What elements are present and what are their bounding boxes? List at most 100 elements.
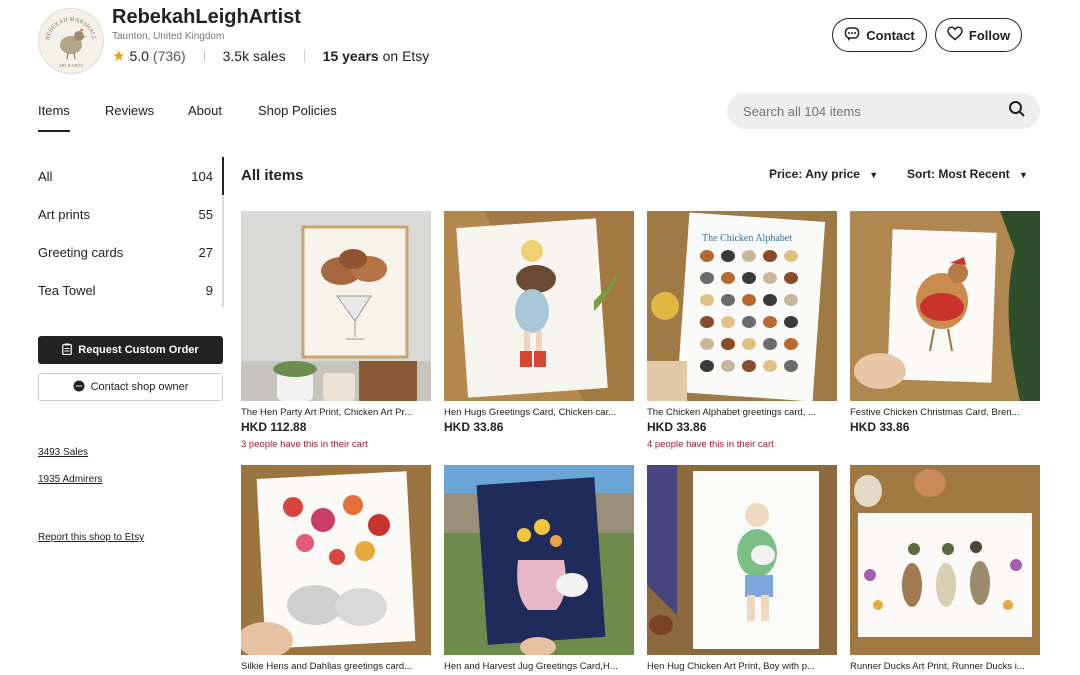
chicken-illustration xyxy=(763,294,777,306)
listing-title[interactable]: Hen and Harvest Jug Greetings Card,H... xyxy=(444,661,634,672)
sidebar-item-all[interactable]: All 104 xyxy=(38,169,213,184)
search-icon[interactable] xyxy=(1008,100,1026,123)
follow-button[interactable]: Follow xyxy=(935,18,1022,52)
admirers-link[interactable]: 1935 Admirers xyxy=(38,474,102,485)
chicken-illustration xyxy=(784,338,798,350)
listing-title[interactable]: Hen Hugs Greetings Card, Chicken car... xyxy=(444,407,634,418)
listing-card[interactable]: The Hen Party Art Print, Chicken Art Pr.… xyxy=(241,211,431,450)
listing-image[interactable] xyxy=(241,465,431,655)
divider xyxy=(203,50,205,62)
chicken-illustration xyxy=(700,294,714,306)
sales-link[interactable]: 3493 Sales xyxy=(38,447,88,458)
chicken-illustration xyxy=(700,272,714,284)
sort-label: Sort: Most Recent xyxy=(907,167,1010,181)
report-shop-link[interactable]: Report this shop to Etsy xyxy=(38,532,144,543)
active-tab-indicator xyxy=(38,130,70,132)
listing-price: HKD 112.88 xyxy=(241,420,307,434)
card-heading: The Chicken Alphabet xyxy=(702,233,792,244)
contact-button[interactable]: Contact xyxy=(832,18,927,52)
chicken-illustration xyxy=(763,360,777,372)
chicken-illustration xyxy=(784,360,798,372)
listing-title[interactable]: Runner Ducks Art Print, Runner Ducks i..… xyxy=(850,661,1040,672)
chicken-illustration xyxy=(742,316,756,328)
chicken-illustration xyxy=(721,250,735,262)
contact-shop-owner-button[interactable]: Contact shop owner xyxy=(38,373,223,401)
sort-dropdown[interactable]: Sort: Most Recent ▼ xyxy=(907,167,1028,181)
request-custom-order-button[interactable]: Request Custom Order xyxy=(38,336,223,364)
chicken-illustration xyxy=(784,250,798,262)
listing-title[interactable]: Festive Chicken Christmas Card, Bren... xyxy=(850,407,1040,418)
listing-title[interactable]: The Chicken Alphabet greetings card, ... xyxy=(647,407,837,418)
tab-reviews[interactable]: Reviews xyxy=(105,103,154,118)
listing-card[interactable]: Hen Hugs Greetings Card, Chicken car... … xyxy=(444,211,634,439)
chicken-illustration xyxy=(700,338,714,350)
chicken-illustration xyxy=(784,272,798,284)
sales-count: 3.5k xyxy=(222,48,250,64)
years-suffix: on Etsy xyxy=(382,48,430,64)
category-label: Tea Towel xyxy=(38,283,96,298)
shop-logo: REBEKAH MARSHALL ART & GIFTS xyxy=(38,8,104,74)
search-box[interactable] xyxy=(727,93,1040,129)
tab-about[interactable]: About xyxy=(188,103,222,118)
search-input[interactable] xyxy=(741,102,1008,120)
chicken-illustration xyxy=(721,272,735,284)
rating-value: 5.0 xyxy=(129,48,149,64)
contact-label: Contact xyxy=(866,27,915,43)
cart-notice: 4 people have this in their cart xyxy=(647,439,774,450)
listing-card[interactable]: Hen Hug Chicken Art Print, Boy with p... xyxy=(647,465,837,672)
chicken-illustration xyxy=(721,360,735,372)
sales-word: sales xyxy=(252,48,286,64)
listing-card[interactable]: Hen and Harvest Jug Greetings Card,H... xyxy=(444,465,634,672)
shop-name[interactable]: RebekahLeighArtist xyxy=(112,6,301,29)
chicken-illustration xyxy=(721,294,735,306)
listing-card[interactable]: Festive Chicken Christmas Card, Bren... … xyxy=(850,211,1040,439)
listing-price: HKD 33.86 xyxy=(444,420,504,434)
cart-notice: 3 people have this in their cart xyxy=(241,439,368,450)
chicken-illustration xyxy=(700,360,714,372)
chicken-illustration xyxy=(763,272,777,284)
chicken-illustration xyxy=(784,294,798,306)
listing-card[interactable]: The Chicken Alphabet The Chicken Alphabe… xyxy=(647,211,837,450)
tab-shop-policies[interactable]: Shop Policies xyxy=(258,103,337,118)
chicken-illustration xyxy=(784,316,798,328)
years-value: 15 years xyxy=(322,48,379,64)
category-label: Greeting cards xyxy=(38,245,124,260)
listing-card[interactable]: Silkie Hens and Dahlias greetings card..… xyxy=(241,465,431,672)
chicken-illustration xyxy=(742,272,756,284)
category-count: 9 xyxy=(205,283,213,298)
listing-title[interactable]: The Hen Party Art Print, Chicken Art Pr.… xyxy=(241,407,431,418)
listing-title[interactable]: Silkie Hens and Dahlias greetings card..… xyxy=(241,661,431,672)
listing-price: HKD 33.86 xyxy=(647,420,707,434)
request-label: Request Custom Order xyxy=(78,344,199,356)
star-icon: ★ xyxy=(112,48,126,65)
listing-price: HKD 33.86 xyxy=(850,420,910,434)
listing-image[interactable] xyxy=(850,465,1040,655)
listing-image[interactable] xyxy=(647,465,837,655)
chicken-illustration xyxy=(742,294,756,306)
chicken-illustration xyxy=(742,250,756,262)
chicken-illustration xyxy=(742,360,756,372)
tab-items[interactable]: Items xyxy=(38,103,70,118)
price-filter-label: Price: Any price xyxy=(769,167,860,181)
listing-image[interactable]: The Chicken Alphabet xyxy=(647,211,837,401)
category-label: Art prints xyxy=(38,207,91,222)
listing-card[interactable]: Runner Ducks Art Print, Runner Ducks i..… xyxy=(850,465,1040,672)
category-label: All xyxy=(38,169,53,184)
listing-image[interactable] xyxy=(444,211,634,401)
listing-image[interactable] xyxy=(444,465,634,655)
listing-image[interactable] xyxy=(241,211,431,401)
caret-down-icon: ▼ xyxy=(869,170,879,180)
chat-icon xyxy=(844,26,860,45)
price-filter-dropdown[interactable]: Price: Any price ▼ xyxy=(769,167,878,181)
sidebar-item-greeting-cards[interactable]: Greeting cards 27 xyxy=(38,245,213,260)
listing-image[interactable] xyxy=(850,211,1040,401)
chicken-illustration xyxy=(700,250,714,262)
review-count[interactable]: (736) xyxy=(153,48,186,64)
chicken-illustration xyxy=(763,250,777,262)
section-title: All items xyxy=(241,167,304,184)
sidebar-item-tea-towel[interactable]: Tea Towel 9 xyxy=(38,283,213,298)
heart-icon xyxy=(947,26,963,44)
category-count: 55 xyxy=(198,207,213,222)
sidebar-item-art-prints[interactable]: Art prints 55 xyxy=(38,207,213,222)
listing-title[interactable]: Hen Hug Chicken Art Print, Boy with p... xyxy=(647,661,837,672)
